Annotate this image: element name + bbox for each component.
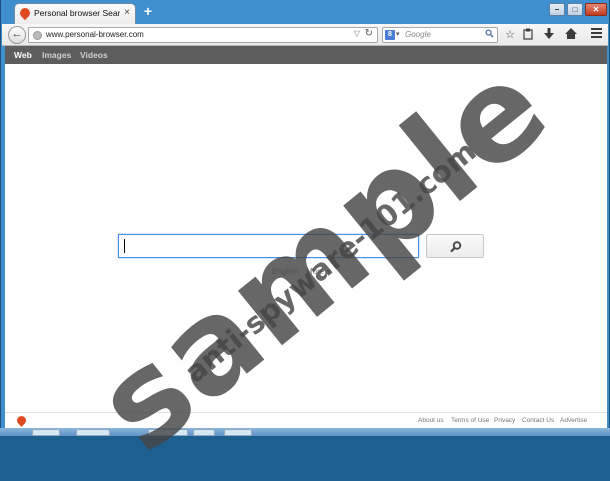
browser-window: Personal browser Search Se... × + – □ ✕ … [0,0,610,436]
menu-icon[interactable] [589,28,603,42]
minimize-button[interactable]: – [549,3,565,16]
navigation-toolbar: ← www.personal-browser.com ▽ ↻ 8 ▾ Googl… [2,24,608,46]
os-taskbar [0,428,610,436]
url-text: www.personal-browser.com [46,30,144,39]
search-icon [450,241,462,253]
download-icon[interactable] [542,28,556,42]
home-icon[interactable] [564,28,578,42]
search-input[interactable] [118,234,419,258]
site-nav-bar: Web Images Videos [5,46,607,64]
maximize-icon: □ [572,5,578,14]
taskbar-item[interactable] [224,429,252,436]
bookmark-star-icon[interactable]: ☆ [503,28,517,42]
url-bar[interactable]: www.personal-browser.com ▽ ↻ [28,27,378,43]
search-engine-placeholder: Google [405,30,431,39]
clipboard-icon[interactable] [521,28,535,42]
close-icon: ✕ [592,5,600,14]
reload-icon[interactable]: ↻ [365,28,373,39]
text-caret [124,239,125,253]
taskbar-item[interactable] [32,429,60,436]
minimize-icon: – [554,5,560,14]
close-button[interactable]: ✕ [585,3,607,16]
engine-dropdown-icon[interactable]: ▾ [396,30,400,38]
footer-link-privacy[interactable]: Privacy [494,417,515,424]
search-icon[interactable] [485,29,494,38]
search-engine-icon[interactable]: 8 [385,30,395,40]
page-content: English More ▾ [5,64,607,412]
site-favicon-icon [17,5,33,21]
footer-link-advertise[interactable]: Advertise [560,417,587,424]
language-link[interactable]: English [272,267,298,276]
tab-personal-browser[interactable]: Personal browser Search Se... × [14,3,136,24]
brand-logo-icon[interactable] [15,414,28,427]
more-dropdown[interactable]: More ▾ [306,267,330,276]
taskbar-item[interactable] [193,429,215,436]
tab-close-icon[interactable]: × [124,7,130,19]
browser-search-bar[interactable]: 8 ▾ Google [382,27,498,43]
new-tab-button[interactable]: + [141,4,155,19]
page-footer: About us Terms of Use Privacy Contact Us… [5,412,607,428]
footer-link-terms[interactable]: Terms of Use [451,417,489,424]
url-history-dropdown-icon[interactable]: ▽ [354,29,360,38]
globe-icon [33,31,42,40]
nav-images[interactable]: Images [42,50,71,60]
nav-videos[interactable]: Videos [80,50,108,60]
tab-title: Personal browser Search Se... [34,8,120,18]
taskbar-item[interactable] [76,429,110,436]
search-button[interactable] [426,234,484,258]
maximize-button[interactable]: □ [567,3,583,16]
title-bar: Personal browser Search Se... × + – □ ✕ [1,0,610,24]
footer-link-about[interactable]: About us [418,417,444,424]
taskbar-item[interactable] [148,429,188,436]
nav-web[interactable]: Web [14,50,32,60]
footer-link-contact[interactable]: Contact Us [522,417,554,424]
back-button[interactable]: ← [8,26,26,44]
